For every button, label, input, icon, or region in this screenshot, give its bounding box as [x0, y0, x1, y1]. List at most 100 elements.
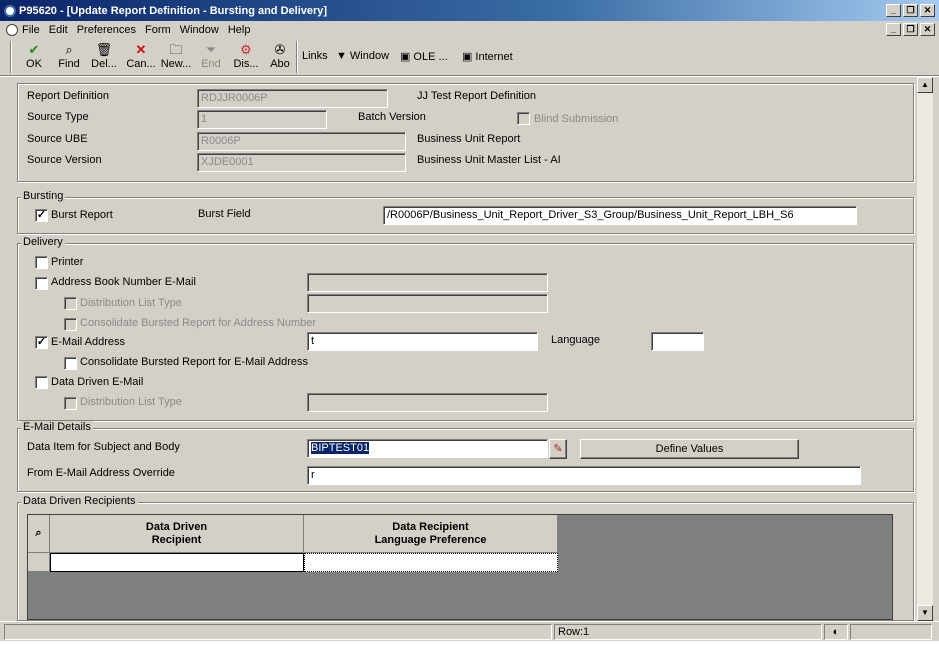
check-icon: ✔ [28, 42, 40, 57]
app-icon [4, 4, 16, 17]
visual-assist-icon[interactable]: ✎ [549, 439, 567, 459]
status-pane-main [4, 624, 552, 640]
find-button[interactable]: ⌕ Find [51, 42, 87, 70]
grid-cell-language[interactable] [304, 553, 558, 572]
end-icon: ⏷ [205, 42, 217, 57]
scroll-up-icon[interactable]: ▲ [917, 77, 933, 93]
burst-report-checkbox[interactable]: ✓ [35, 209, 48, 222]
status-pane-extra [850, 624, 932, 640]
bursting-legend: Bursting [21, 190, 66, 202]
cancel-x-icon: ✕ [135, 42, 147, 57]
dd-distribution-list-label: Distribution List Type [80, 396, 182, 408]
delivery-legend: Delivery [21, 236, 65, 248]
links-menu[interactable]: Links [302, 50, 328, 62]
data-driven-label: Data Driven E-Mail [51, 376, 144, 388]
menu-help[interactable]: Help [228, 24, 251, 36]
data-driven-checkbox[interactable] [35, 376, 48, 389]
source-ube-field[interactable]: R0006P [197, 132, 406, 151]
ole-menu[interactable]: ▣ OLE ... [400, 50, 448, 64]
recipients-legend: Data Driven Recipients [21, 495, 138, 507]
grid-find-icon[interactable]: ⌕ [28, 515, 50, 553]
source-version-field[interactable]: XJDE0001 [197, 153, 406, 172]
from-override-input[interactable]: r [307, 466, 861, 485]
distribution-list-field[interactable] [307, 294, 548, 313]
printer-label: Printer [51, 256, 84, 268]
menu-edit[interactable]: Edit [49, 24, 68, 36]
batch-version-label: Batch Version [358, 111, 426, 123]
delete-button[interactable]: 🗑 Del... [86, 42, 122, 70]
language-label: Language [551, 334, 600, 346]
about-icon: ✇ [274, 42, 286, 57]
trash-icon: 🗑 [95, 42, 113, 57]
distribution-list-checkbox[interactable] [64, 297, 77, 310]
source-version-desc: Business Unit Master List - AI [417, 154, 561, 166]
internet-icon: ▣ [462, 51, 473, 63]
about-button[interactable]: ✇ Abo [262, 42, 298, 70]
menu-file[interactable]: File [22, 24, 40, 36]
display-button[interactable]: ⚙ Dis... [228, 42, 264, 70]
source-type-label: Source Type [27, 111, 89, 123]
restore-icon[interactable]: ❐ [903, 4, 918, 17]
vertical-scrollbar[interactable]: ▲ ▼ [917, 77, 933, 621]
burst-field-input[interactable]: /R0006P/Business_Unit_Report_Driver_S3_G… [383, 206, 857, 225]
status-globe-icon: ◐ [824, 624, 848, 640]
end-button[interactable]: ⏷ End [193, 42, 229, 70]
dd-distribution-list-checkbox[interactable] [64, 397, 77, 410]
blind-submission-label: Blind Submission [534, 113, 619, 125]
status-row: Row:1 [554, 624, 822, 640]
find-icon: ⌕ [65, 42, 73, 57]
blind-submission-checkbox[interactable] [517, 112, 530, 125]
child-restore-icon[interactable]: ❐ [903, 23, 918, 36]
menu-form[interactable]: Form [145, 24, 171, 36]
source-version-label: Source Version [27, 154, 102, 166]
grid-header-language[interactable]: Data Recipient Language Preference [304, 515, 558, 553]
new-folder-icon: 🗀 [169, 42, 183, 57]
ok-button[interactable]: ✔ OK [16, 42, 52, 70]
ab-email-checkbox[interactable] [35, 277, 48, 290]
menu-bar: File Edit Preferences Form Window Help _… [0, 21, 939, 38]
grid-cell-recipient[interactable] [50, 553, 304, 572]
burst-field-label: Burst Field [198, 208, 251, 220]
email-details-legend: E-Mail Details [21, 421, 93, 433]
report-definition-field[interactable]: RDJJR0006P [197, 89, 388, 108]
consolidate-email-checkbox[interactable] [64, 357, 77, 370]
menu-preferences[interactable]: Preferences [77, 24, 136, 36]
consolidate-ab-checkbox[interactable] [64, 318, 77, 331]
doc-icon [6, 23, 18, 36]
dd-distribution-list-field[interactable] [307, 393, 548, 412]
status-bar: Row:1 ◐ [0, 621, 939, 641]
child-minimize-icon[interactable]: _ [886, 23, 901, 36]
new-button[interactable]: 🗀 New... [158, 42, 194, 70]
minimize-icon[interactable]: _ [886, 4, 901, 17]
window-title: P95620 - [Update Report Definition - Bur… [19, 4, 328, 17]
ab-email-field[interactable] [307, 273, 548, 292]
report-definition-desc: JJ Test Report Definition [417, 90, 537, 102]
ole-icon: ▣ [400, 51, 411, 63]
report-definition-label: Report Definition [27, 90, 109, 102]
child-close-icon[interactable]: ✕ [920, 23, 935, 36]
printer-checkbox[interactable] [35, 256, 48, 269]
title-bar: P95620 - [Update Report Definition - Bur… [0, 0, 939, 21]
recipients-grid: ⌕ Data Driven Recipient Data Recipient L… [27, 514, 893, 620]
from-override-label: From E-Mail Address Override [27, 467, 175, 479]
burst-report-label: Burst Report [51, 209, 113, 221]
toolbar: ✔ OK ⌕ Find 🗑 Del... ✕ Can... 🗀 New... ⏷… [0, 38, 939, 76]
dropdown-arrow-icon: ▼ [336, 50, 347, 62]
consolidate-ab-label: Consolidate Bursted Report for Address N… [80, 317, 317, 329]
grid-header-recipient[interactable]: Data Driven Recipient [50, 515, 304, 553]
language-input[interactable] [651, 332, 704, 351]
grid-row-selector[interactable] [28, 553, 50, 572]
email-address-input[interactable]: t [307, 332, 538, 351]
source-type-field[interactable]: 1 [197, 110, 327, 129]
menu-window[interactable]: Window [180, 24, 219, 36]
close-icon[interactable]: ✕ [920, 4, 935, 17]
scroll-down-icon[interactable]: ▼ [917, 605, 933, 621]
cancel-button[interactable]: ✕ Can... [123, 42, 159, 70]
define-values-button[interactable]: Define Values [580, 439, 799, 459]
internet-menu[interactable]: ▣ Internet [462, 50, 513, 64]
email-address-checkbox[interactable]: ✓ [35, 336, 48, 349]
distribution-list-label: Distribution List Type [80, 297, 182, 309]
window-menu[interactable]: ▼ Window [336, 50, 389, 62]
ab-email-label: Address Book Number E-Mail [51, 276, 196, 288]
data-item-input[interactable]: BIPTEST01 [307, 439, 548, 458]
